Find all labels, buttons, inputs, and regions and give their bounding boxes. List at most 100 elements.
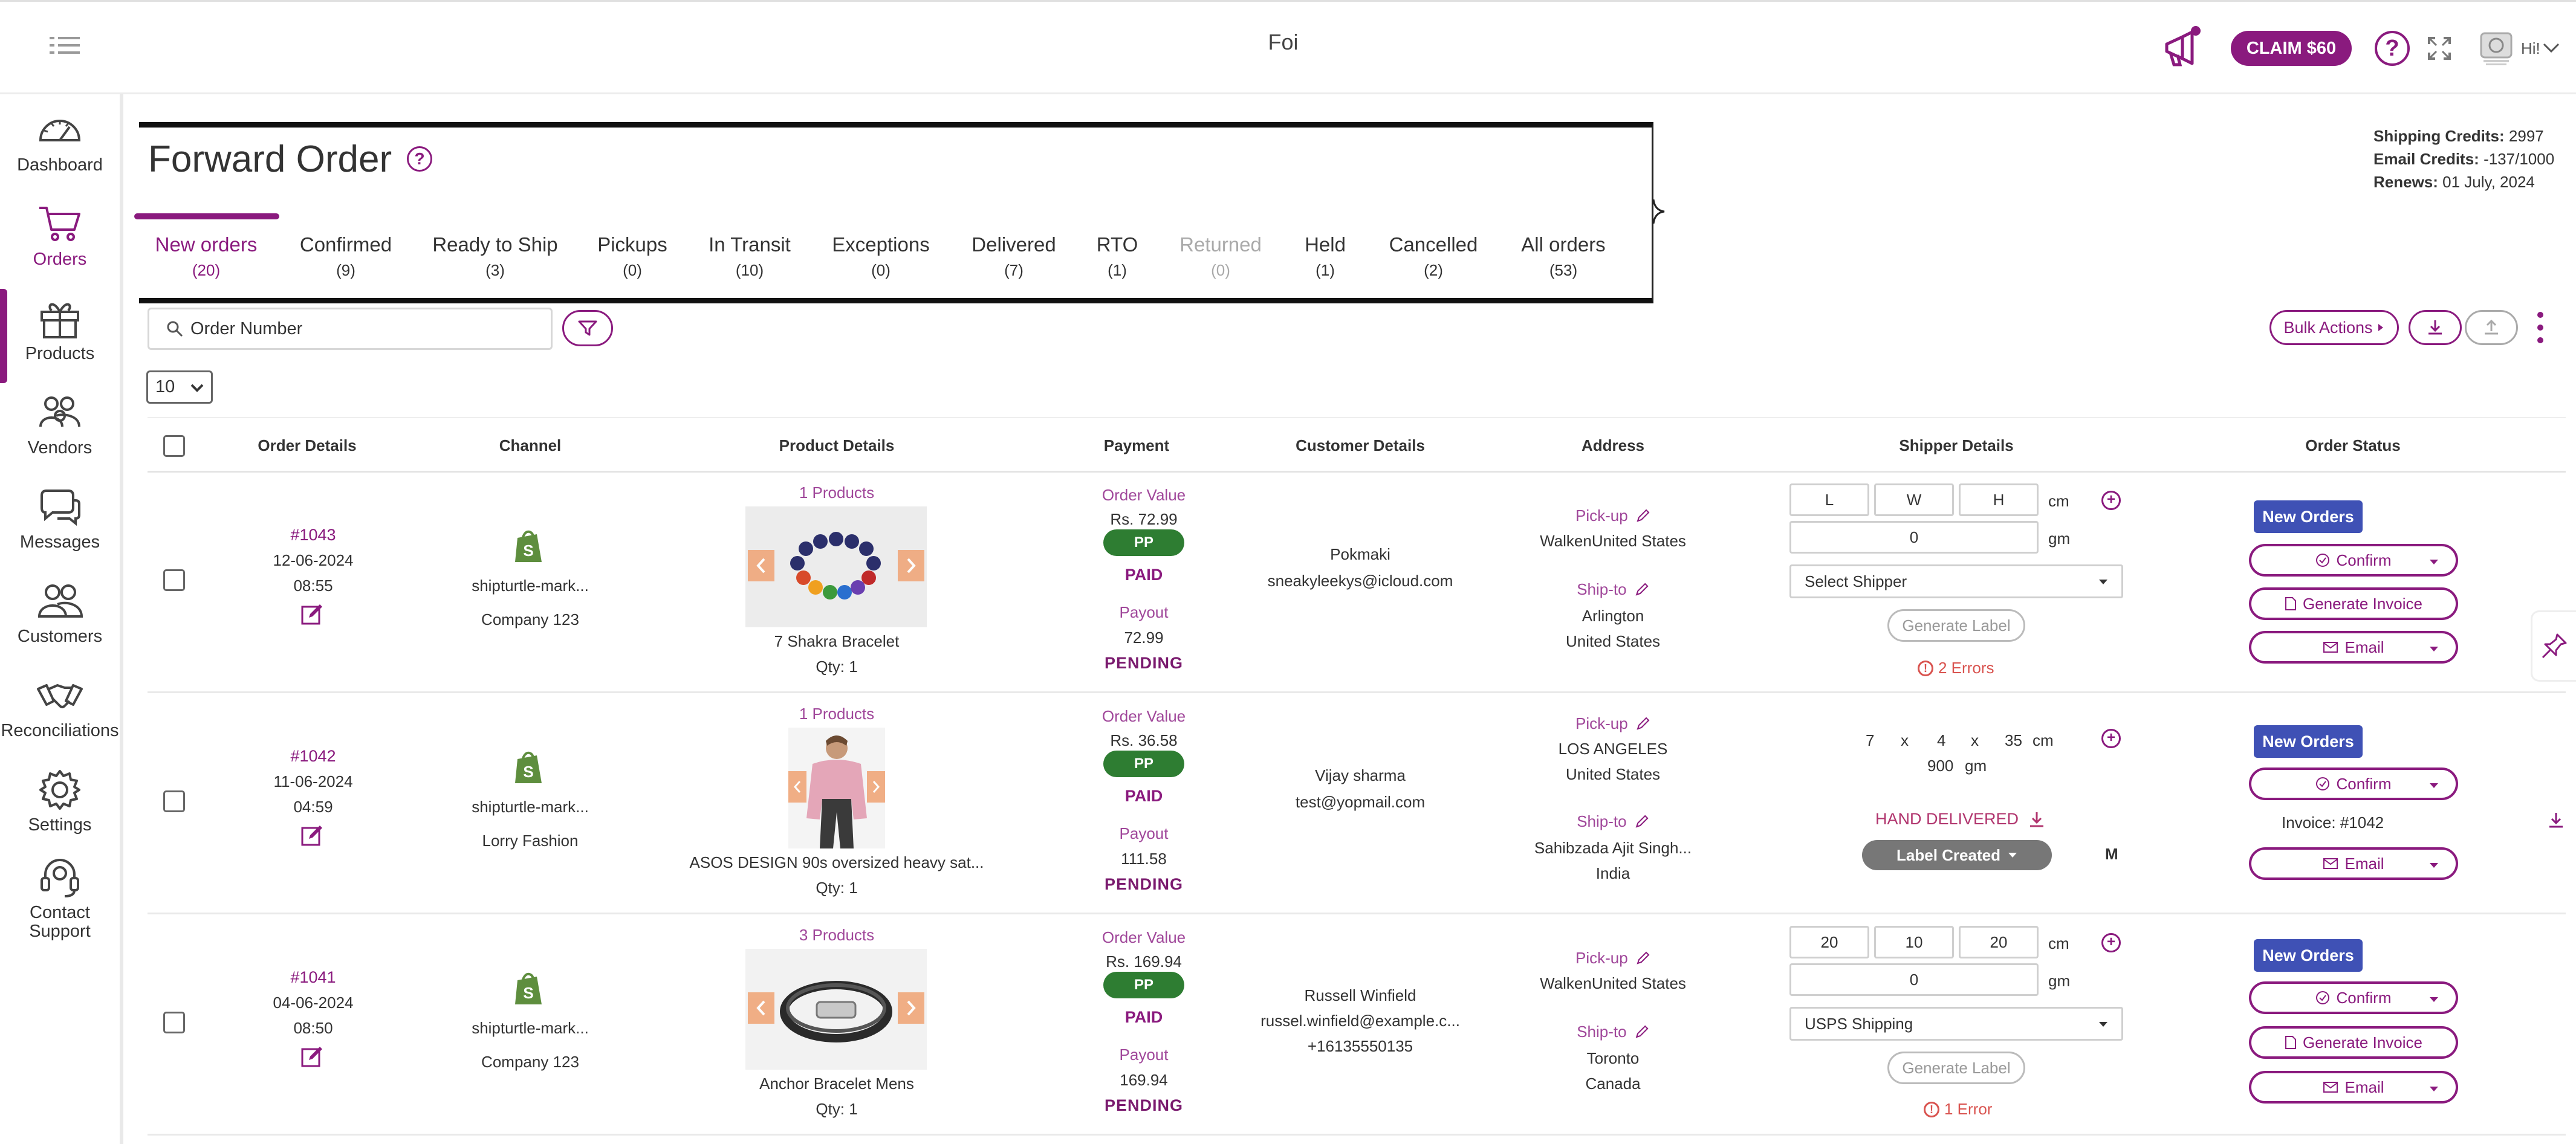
headset-icon <box>41 859 79 898</box>
status-badge[interactable]: New Orders <box>2254 725 2363 758</box>
sidebar-item-customers[interactable]: Customers <box>0 566 120 656</box>
tab-in-transit[interactable]: In Transit (10) <box>704 233 796 288</box>
shipping-errors[interactable]: ! 1 Error <box>1924 1100 1992 1119</box>
carousel-prev-button[interactable] <box>748 992 774 1024</box>
sidebar: Dashboard Orders Products Vendors Messag… <box>0 94 123 1144</box>
manifest-label[interactable]: M <box>2105 845 2118 864</box>
sidebar-item-vendors[interactable]: Vendors <box>0 377 120 468</box>
products-count[interactable]: 3 Products <box>799 926 874 945</box>
shipper-select[interactable]: Select Shipper <box>1789 564 2123 598</box>
chat-icon <box>41 489 80 526</box>
edit-icon[interactable] <box>300 824 323 847</box>
edit-icon[interactable] <box>300 603 323 626</box>
sidebar-item-messages[interactable]: Messages <box>0 471 120 562</box>
caret-down-icon <box>2430 647 2438 651</box>
width-input[interactable]: 10 <box>1874 926 1954 958</box>
invoice-download-icon[interactable] <box>2548 811 2565 829</box>
search-input[interactable] <box>190 318 529 339</box>
add-package-icon[interactable]: + <box>2101 933 2121 952</box>
tab-ready-to-ship[interactable]: Ready to Ship (3) <box>431 233 559 288</box>
help-icon[interactable]: ? <box>2375 31 2410 66</box>
customers-icon <box>37 584 83 618</box>
pickup-label[interactable]: Pick-up <box>1575 506 1650 525</box>
tab-confirmed[interactable]: Confirmed (9) <box>296 233 396 288</box>
avatar[interactable] <box>2477 28 2515 67</box>
row-checkbox[interactable] <box>163 790 185 812</box>
generate-invoice-button[interactable]: Generate Invoice <box>2249 1026 2458 1059</box>
page-help-icon[interactable]: ? <box>407 146 432 172</box>
more-options-icon[interactable] <box>2533 312 2548 343</box>
weight-input[interactable]: 0 <box>1789 521 2039 554</box>
width-input[interactable]: W <box>1874 483 1954 516</box>
row-checkbox[interactable] <box>163 569 185 591</box>
carousel-prev-button[interactable] <box>788 771 806 803</box>
tab-rto[interactable]: RTO (1) <box>1093 233 1141 288</box>
select-all-checkbox[interactable] <box>163 435 185 457</box>
order-number-link[interactable]: #1041 <box>290 968 336 987</box>
generate-label-button[interactable]: Generate Label <box>1887 609 2025 642</box>
download-button[interactable] <box>2409 310 2462 345</box>
filter-button[interactable] <box>562 310 613 346</box>
products-count[interactable]: 1 Products <box>799 705 874 723</box>
sidebar-item-orders[interactable]: Orders <box>0 189 120 279</box>
order-number-link[interactable]: #1043 <box>290 526 336 545</box>
bulk-actions-button[interactable]: Bulk Actions <box>2269 310 2399 345</box>
email-button[interactable]: Email <box>2249 631 2458 664</box>
shipto-label[interactable]: Ship-to <box>1577 1023 1649 1041</box>
carousel-next-button[interactable] <box>867 771 885 803</box>
fullscreen-icon[interactable] <box>2428 37 2451 60</box>
hand-delivered-label[interactable]: HAND DELIVERED <box>1875 810 2045 829</box>
generate-invoice-button[interactable]: Generate Invoice <box>2249 587 2458 620</box>
confirm-button[interactable]: Confirm <box>2249 768 2458 800</box>
pin-tools-tab[interactable] <box>2531 610 2576 682</box>
caret-down-icon <box>2430 863 2438 868</box>
pickup-label[interactable]: Pick-up <box>1575 714 1650 733</box>
tab-cancelled[interactable]: Cancelled (2) <box>1387 233 1479 288</box>
height-input[interactable]: 20 <box>1959 926 2039 958</box>
edit-icon[interactable] <box>300 1045 323 1068</box>
height-input[interactable]: H <box>1959 483 2039 516</box>
shipper-select[interactable]: USPS Shipping <box>1789 1007 2123 1041</box>
products-count[interactable]: 1 Products <box>799 483 874 502</box>
generate-label-button[interactable]: Generate Label <box>1887 1052 2025 1084</box>
tab-all-orders[interactable]: All orders (53) <box>1516 233 1611 288</box>
length-input[interactable]: 20 <box>1789 926 1869 958</box>
carousel-next-button[interactable] <box>898 550 924 581</box>
order-number-link[interactable]: #1042 <box>290 747 336 766</box>
claim-button[interactable]: CLAIM $60 <box>2231 31 2352 66</box>
shipto-label[interactable]: Ship-to <box>1577 812 1649 831</box>
shipping-errors[interactable]: ! 2 Errors <box>1918 659 1994 677</box>
confirm-button[interactable]: Confirm <box>2249 544 2458 577</box>
tab-delivered[interactable]: Delivered (7) <box>968 233 1059 288</box>
tab-pickups[interactable]: Pickups (0) <box>595 233 669 288</box>
page-size-select[interactable]: 10 <box>146 370 213 404</box>
status-badge[interactable]: New Orders <box>2254 939 2363 972</box>
menu-toggle-icon[interactable] <box>50 33 80 57</box>
length-input[interactable]: L <box>1789 483 1869 516</box>
row-checkbox[interactable] <box>163 1012 185 1033</box>
pickup-label[interactable]: Pick-up <box>1575 949 1650 968</box>
label-created-dropdown[interactable]: Label Created <box>1862 840 2052 870</box>
sidebar-item-dashboard[interactable]: Dashboard <box>0 94 120 185</box>
tab-held[interactable]: Held (1) <box>1301 233 1349 288</box>
confirm-button[interactable]: Confirm <box>2249 981 2458 1014</box>
sidebar-item-reconciliations[interactable]: Reconciliations <box>0 660 120 751</box>
carousel-next-button[interactable] <box>898 992 924 1024</box>
email-button[interactable]: Email <box>2249 1071 2458 1104</box>
tab-returned[interactable]: Returned (0) <box>1178 233 1264 288</box>
tab-new-orders[interactable]: New orders (20) <box>151 233 261 288</box>
megaphone-icon[interactable] <box>2162 25 2203 68</box>
weight-input[interactable]: 0 <box>1789 963 2039 996</box>
chevron-down-icon[interactable] <box>2542 42 2560 54</box>
upload-button[interactable] <box>2465 310 2518 345</box>
sidebar-item-products[interactable]: Products <box>0 283 120 373</box>
shipto-label[interactable]: Ship-to <box>1577 580 1649 599</box>
add-package-icon[interactable]: + <box>2101 729 2121 748</box>
tab-exceptions[interactable]: Exceptions (0) <box>829 233 933 288</box>
sidebar-item-contact-support[interactable]: Contact Support <box>0 848 120 951</box>
email-button[interactable]: Email <box>2249 847 2458 880</box>
carousel-prev-button[interactable] <box>748 550 774 581</box>
status-badge[interactable]: New Orders <box>2254 500 2363 533</box>
sidebar-item-settings[interactable]: Settings <box>0 754 120 845</box>
add-package-icon[interactable]: + <box>2101 491 2121 510</box>
